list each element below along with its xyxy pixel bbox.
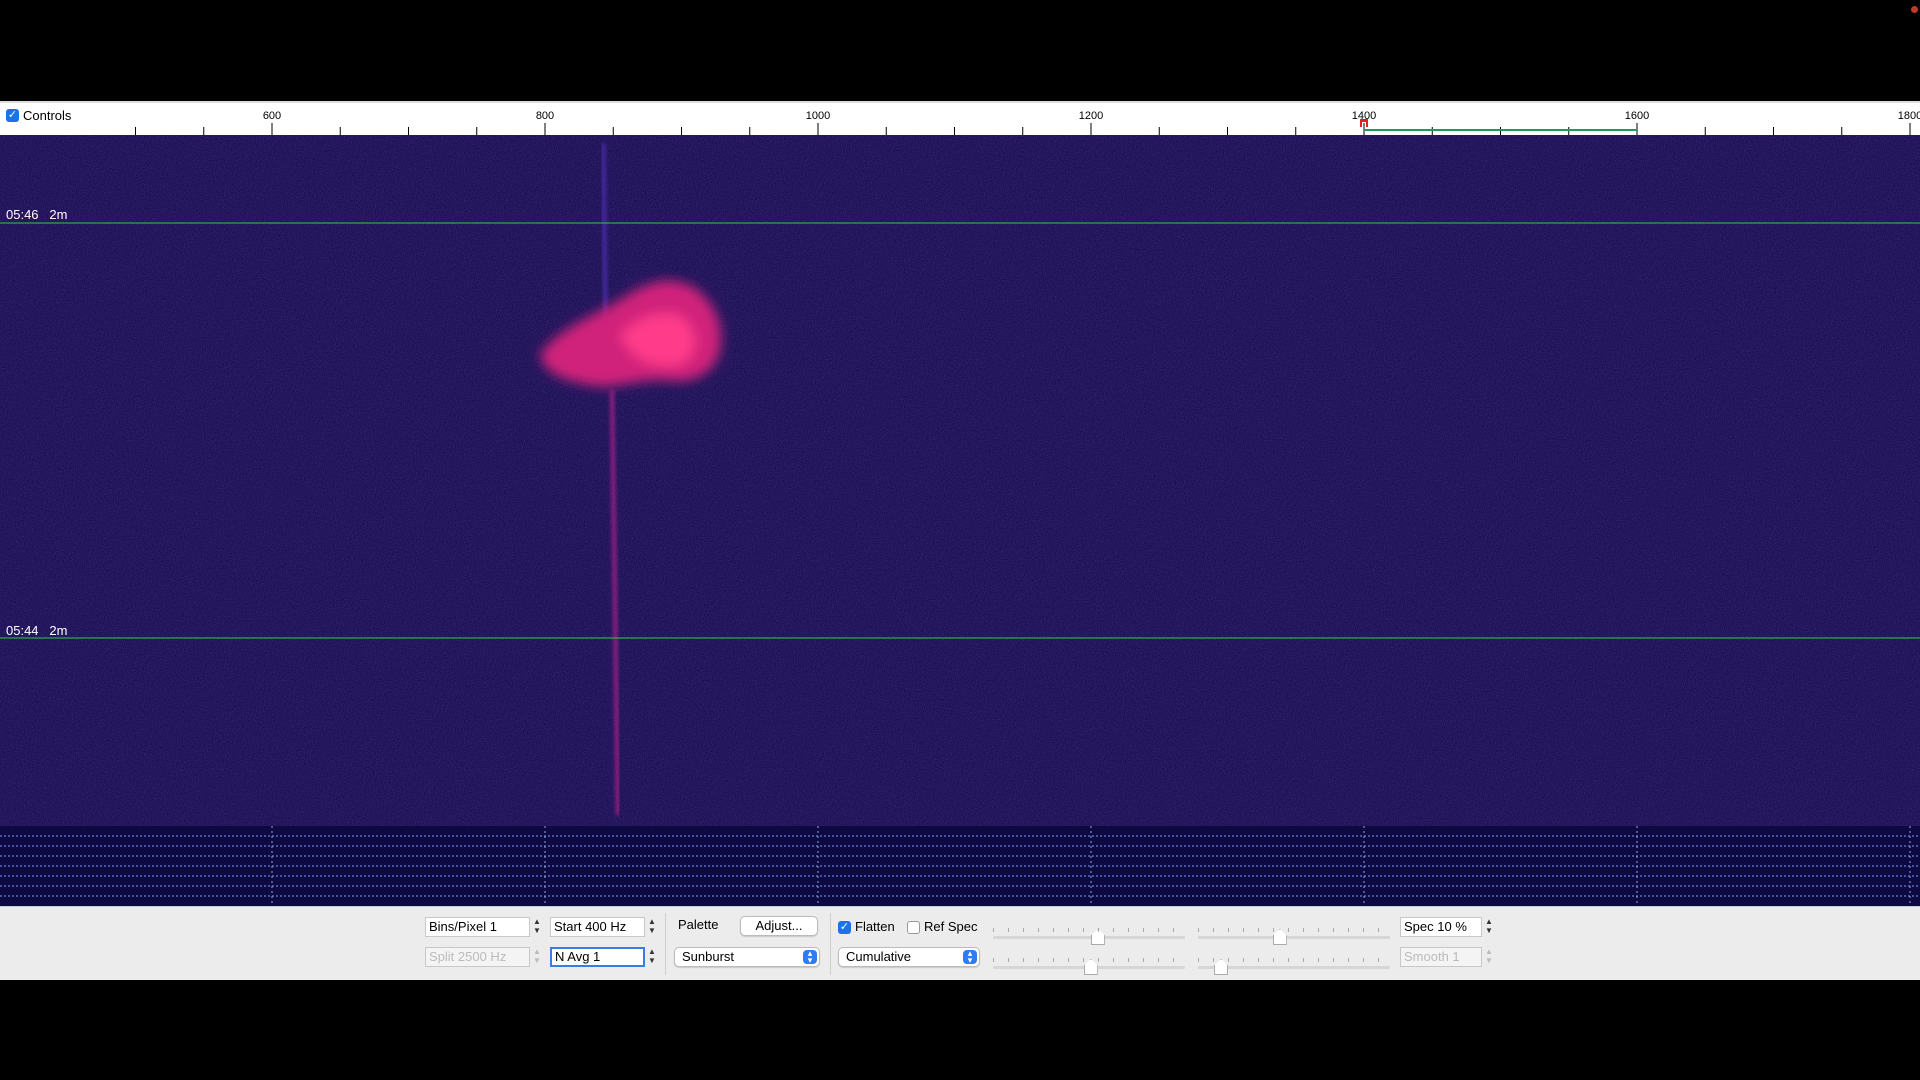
palette-label: Palette: [678, 917, 719, 932]
controls-checkbox[interactable]: ✓: [6, 109, 19, 122]
slider-ticks: [1198, 958, 1390, 962]
frequency-scale[interactable]: 600 800 1000 1200 1400 1600 1800 ✓ Contr…: [0, 101, 1920, 135]
navg-stepper[interactable]: ▲ ▼: [647, 947, 657, 967]
bottom-black-area: [0, 980, 1920, 1080]
brightness-slider[interactable]: [993, 927, 1185, 947]
divider: [830, 913, 831, 975]
timestamp-0544: 05:44 2m: [6, 623, 68, 638]
palette-select[interactable]: Sunburst ▴ ▾: [674, 947, 820, 967]
select-arrows-icon: ▴ ▾: [803, 949, 817, 965]
smooth-field: Smooth 1: [1400, 947, 1482, 967]
mode-select-value: Cumulative: [846, 949, 912, 964]
bins-pixel-field[interactable]: Bins/Pixel 1: [425, 917, 530, 937]
top-black-area: [0, 0, 1920, 99]
select-arrows-icon: ▴ ▾: [963, 949, 977, 965]
scale-label-800: 800: [536, 110, 554, 122]
marker-lines: [0, 222, 1920, 639]
scale-label-1200: 1200: [1079, 110, 1103, 122]
slider-ticks: [993, 958, 1185, 962]
waterfall-display[interactable]: 05:46 2m 05:44 2m: [0, 135, 1920, 905]
split-stepper: ▲ ▼: [533, 947, 541, 965]
adjust-button[interactable]: Adjust...: [740, 916, 818, 936]
split-field: Split 2500 Hz: [425, 947, 530, 967]
passband-range-bar: [1364, 129, 1637, 131]
range-slider[interactable]: [1198, 957, 1390, 977]
slider-ticks: [993, 928, 1185, 932]
floor-slider[interactable]: [993, 957, 1185, 977]
controls-toggle[interactable]: ✓ Controls: [6, 108, 71, 123]
refspec-label: Ref Spec: [924, 919, 978, 934]
divider: [665, 913, 666, 975]
palette-select-value: Sunburst: [682, 949, 735, 964]
smooth-stepper: ▲ ▼: [1485, 947, 1493, 965]
navg-field[interactable]: N Avg 1: [550, 947, 645, 967]
refspec-toggle[interactable]: Ref Spec: [907, 917, 977, 937]
controls-label: Controls: [23, 108, 72, 123]
scale-label-1600: 1600: [1625, 110, 1649, 122]
scale-label-1000: 1000: [806, 110, 830, 122]
contrast-slider[interactable]: [1198, 927, 1390, 947]
flatten-label: Flatten: [855, 919, 895, 934]
refspec-checkbox[interactable]: [907, 920, 920, 934]
start-freq-stepper[interactable]: ▲ ▼: [647, 917, 657, 937]
flatten-toggle[interactable]: ✓ Flatten: [838, 917, 895, 937]
start-freq-field[interactable]: Start 400 Hz: [550, 917, 645, 937]
flatten-checkbox[interactable]: ✓: [838, 920, 851, 934]
mode-select[interactable]: Cumulative ▴ ▾: [838, 947, 980, 967]
scale-label-1800: 1800: [1898, 110, 1920, 122]
status-dot-icon: [1911, 6, 1918, 13]
scale-ticks: 600 800 1000 1200 1400 1600 1800: [135, 110, 1920, 135]
spec-stepper[interactable]: ▲ ▼: [1484, 917, 1494, 937]
controls-panel: Bins/Pixel 1 ▲ ▼ Start 400 Hz ▲ ▼ Split 25…: [0, 906, 1920, 980]
spectrum-display[interactable]: [0, 826, 1920, 906]
spec-field[interactable]: Spec 10 %: [1400, 917, 1482, 937]
timestamp-0546: 05:46 2m: [6, 207, 68, 222]
scale-label-600: 600: [263, 110, 281, 122]
bins-pixel-stepper[interactable]: ▲ ▼: [532, 917, 542, 937]
slider-ticks: [1198, 928, 1390, 932]
